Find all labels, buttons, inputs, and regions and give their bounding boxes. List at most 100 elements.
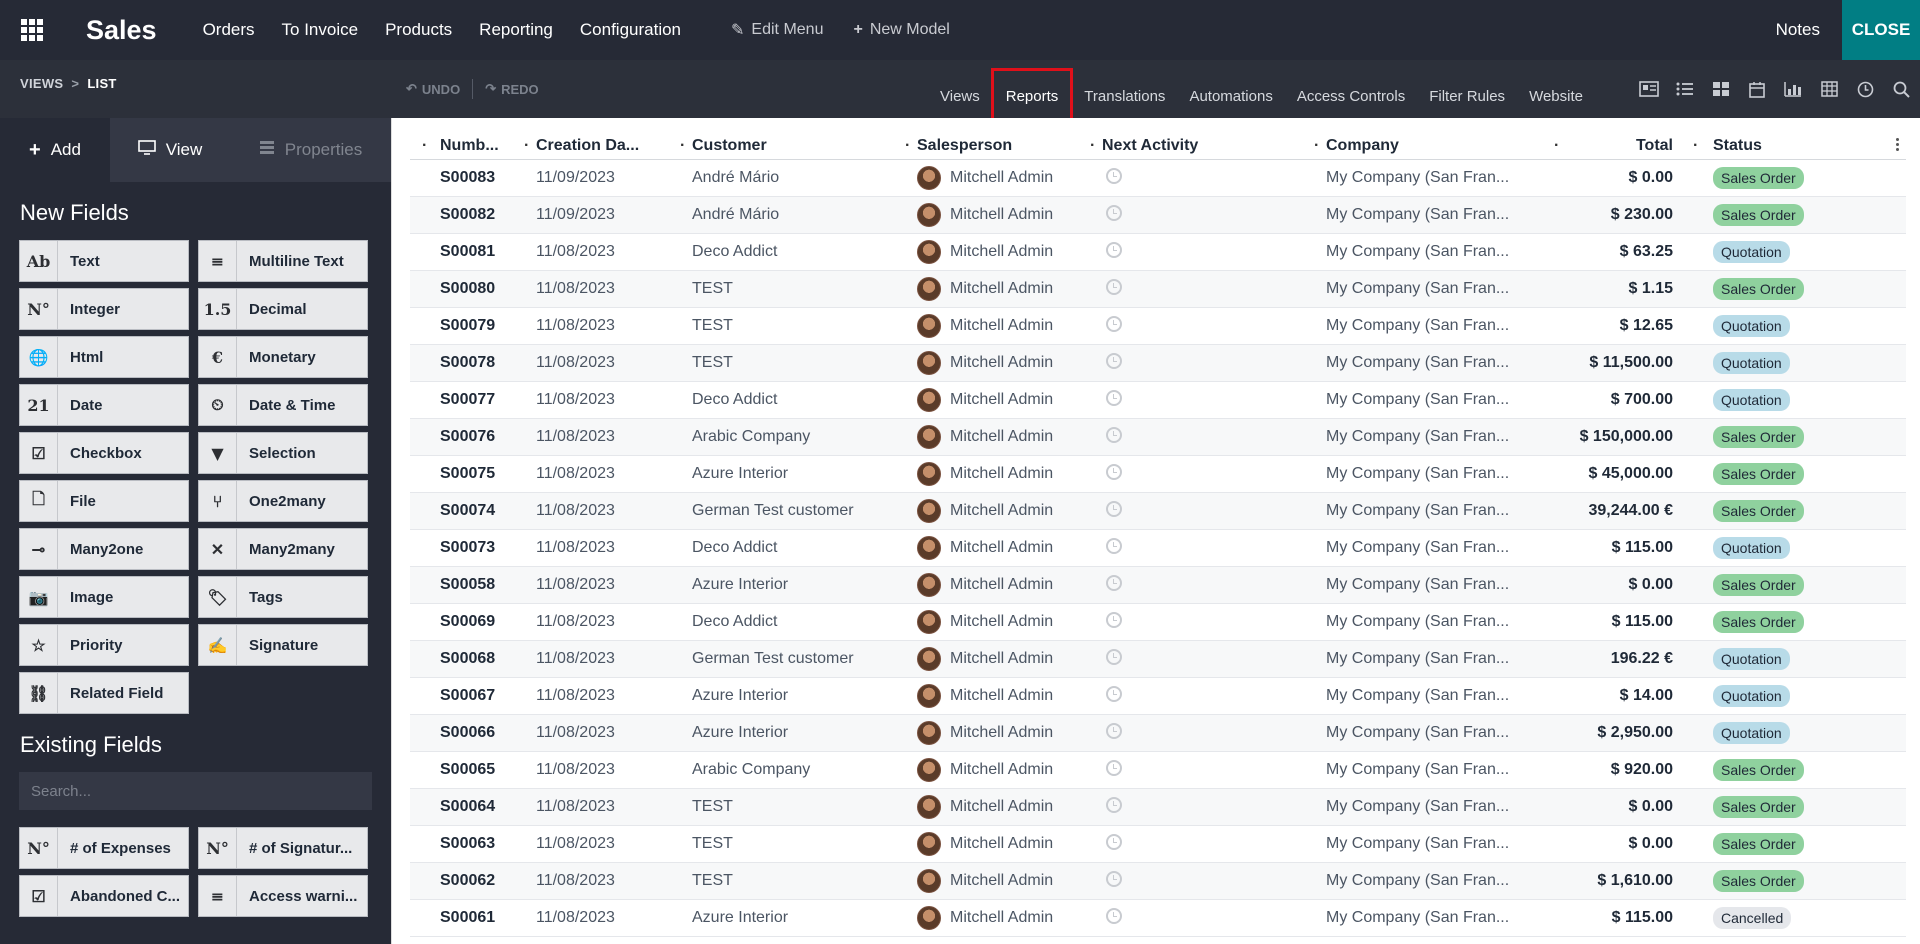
activity-clock-icon[interactable] — [1106, 870, 1122, 887]
menu-products[interactable]: Products — [385, 20, 452, 40]
column-header-status[interactable]: Status — [1673, 137, 1823, 155]
field-checkbox-button[interactable]: ☑ Checkbox — [19, 432, 189, 474]
field-selection-button[interactable]: ▼ Selection — [198, 432, 368, 474]
column-header-company[interactable]: Company — [1314, 137, 1536, 155]
undo-button[interactable]: ↶ UNDO — [406, 81, 460, 97]
activity-clock-icon[interactable] — [1106, 204, 1122, 221]
field-text-button[interactable]: Ab Text — [19, 240, 189, 282]
activity-clock-icon[interactable] — [1106, 907, 1122, 924]
activity-clock-icon[interactable] — [1106, 426, 1122, 443]
activity-clock-icon[interactable] — [1106, 500, 1122, 517]
activity-clock-icon[interactable] — [1106, 833, 1122, 850]
activity-clock-icon[interactable] — [1106, 241, 1122, 258]
menu-orders[interactable]: Orders — [203, 20, 255, 40]
table-row[interactable]: S00066 11/08/2023 Azure Interior Mitchell A… — [410, 715, 1906, 752]
field-image-button[interactable]: 📷 Image — [19, 576, 189, 618]
tab-website[interactable]: Website — [1517, 78, 1595, 114]
table-row[interactable]: S00067 11/08/2023 Azure Interior Mitchell A… — [410, 678, 1906, 715]
column-header-salesperson[interactable]: Salesperson — [905, 137, 1092, 155]
field-integer-button[interactable]: N° Integer — [19, 288, 189, 330]
activity-clock-icon[interactable] — [1106, 648, 1122, 665]
tab-add[interactable]: + Add — [0, 118, 110, 182]
tab-reports[interactable]: Reports — [990, 68, 1074, 124]
tab-properties[interactable]: Properties — [230, 118, 391, 182]
field-many2one-button[interactable]: ⊸ Many2one — [19, 528, 189, 570]
table-row[interactable]: S00061 11/08/2023 Azure Interior Mitchell A… — [410, 900, 1906, 937]
field-many2many-button[interactable]: ✕ Many2many — [198, 528, 368, 570]
table-row[interactable]: S00083 11/09/2023 André Mário Mitchell Admi… — [410, 160, 1906, 197]
column-header-next-activity[interactable]: Next Activity — [1090, 137, 1316, 155]
activity-clock-icon[interactable] — [1106, 796, 1122, 813]
column-header-number[interactable]: Numb... — [410, 137, 526, 155]
activity-clock-icon[interactable] — [1106, 611, 1122, 628]
table-row[interactable]: S00075 11/08/2023 Azure Interior Mitchell A… — [410, 456, 1906, 493]
search-view-icon[interactable] — [1888, 76, 1914, 102]
graph-view-icon[interactable] — [1780, 76, 1806, 102]
tab-automations[interactable]: Automations — [1177, 78, 1284, 114]
list-view-icon[interactable] — [1672, 76, 1698, 102]
table-row[interactable]: S00065 11/08/2023 Arabic Company Mitchell A… — [410, 752, 1906, 789]
table-row[interactable]: S00064 11/08/2023 TEST Mitchell Admin My Com… — [410, 789, 1906, 826]
table-row[interactable]: S00069 11/08/2023 Deco Addict Mitchell Admi… — [410, 604, 1906, 641]
tab-views[interactable]: Views — [928, 78, 992, 114]
table-row[interactable]: S00076 11/08/2023 Arabic Company Mitchell A… — [410, 419, 1906, 456]
table-row[interactable]: S00058 11/08/2023 Azure Interior Mitchell A… — [410, 567, 1906, 604]
apps-menu-icon[interactable] — [0, 0, 64, 60]
table-row[interactable]: S00068 11/08/2023 German Test customer Mitc… — [410, 641, 1906, 678]
activity-clock-icon[interactable] — [1106, 574, 1122, 591]
kanban-view-icon[interactable] — [1708, 76, 1734, 102]
field-abandoned-c-button[interactable]: ☑ Abandoned C... — [19, 875, 189, 917]
existing-fields-search-input[interactable]: Search... — [19, 772, 372, 810]
menu-reporting[interactable]: Reporting — [479, 20, 553, 40]
field-access-warni-button[interactable]: ≡ Access warni... — [198, 875, 368, 917]
field-of-expenses-button[interactable]: N° # of Expenses — [19, 827, 189, 869]
activity-clock-icon[interactable] — [1106, 759, 1122, 776]
field-multiline-text-button[interactable]: ≡ Multiline Text — [198, 240, 368, 282]
calendar-view-icon[interactable] — [1744, 76, 1770, 102]
activity-clock-icon[interactable] — [1106, 278, 1122, 295]
table-row[interactable]: S00077 11/08/2023 Deco Addict Mitchell Admi… — [410, 382, 1906, 419]
tab-filter-rules[interactable]: Filter Rules — [1417, 78, 1517, 114]
field-date-time-button[interactable]: ⏲ Date & Time — [198, 384, 368, 426]
notes-button[interactable]: Notes — [1776, 0, 1820, 60]
activity-clock-icon[interactable] — [1106, 315, 1122, 332]
table-row[interactable]: S00082 11/09/2023 André Mário Mitchell Admi… — [410, 197, 1906, 234]
field-monetary-button[interactable]: € Monetary — [198, 336, 368, 378]
form-view-icon[interactable] — [1636, 76, 1662, 102]
activity-clock-icon[interactable] — [1106, 463, 1122, 480]
table-row[interactable]: S00073 11/08/2023 Deco Addict Mitchell Admi… — [410, 530, 1906, 567]
activity-clock-icon[interactable] — [1106, 685, 1122, 702]
field-signature-button[interactable]: ✍ Signature — [198, 624, 368, 666]
optional-columns-kebab-icon[interactable] — [1896, 138, 1900, 151]
field-decimal-button[interactable]: 1.5 Decimal — [198, 288, 368, 330]
activity-clock-icon[interactable] — [1106, 352, 1122, 369]
field-date-button[interactable]: 21 Date — [19, 384, 189, 426]
column-header-customer[interactable]: Customer — [680, 137, 907, 155]
field-of-signatur-button[interactable]: N° # of Signatur... — [198, 827, 368, 869]
new-model-button[interactable]: + New Model — [853, 21, 949, 39]
tab-access-controls[interactable]: Access Controls — [1285, 78, 1417, 114]
menu-configuration[interactable]: Configuration — [580, 20, 681, 40]
column-header-total[interactable]: Total — [1536, 137, 1673, 155]
activity-clock-icon[interactable] — [1106, 722, 1122, 739]
column-header-creation-date[interactable]: Creation Da... — [524, 137, 682, 155]
field-related-field-button[interactable]: ⛓ Related Field — [19, 672, 189, 714]
menu-to-invoice[interactable]: To Invoice — [282, 20, 359, 40]
app-title[interactable]: Sales — [86, 15, 157, 46]
field-priority-button[interactable]: ☆ Priority — [19, 624, 189, 666]
activity-clock-icon[interactable] — [1106, 389, 1122, 406]
breadcrumb-views[interactable]: VIEWS — [20, 76, 63, 91]
tab-translations[interactable]: Translations — [1072, 78, 1177, 114]
table-row[interactable]: S00080 11/08/2023 TEST Mitchell Admin My Com… — [410, 271, 1906, 308]
edit-menu-button[interactable]: ✎ Edit Menu — [731, 20, 823, 40]
activity-view-icon[interactable] — [1852, 76, 1878, 102]
redo-button[interactable]: ↷ REDO — [485, 81, 538, 97]
activity-clock-icon[interactable] — [1106, 167, 1122, 184]
tab-view[interactable]: View — [110, 118, 230, 182]
table-row[interactable]: S00079 11/08/2023 TEST Mitchell Admin My Com… — [410, 308, 1906, 345]
table-row[interactable]: S00081 11/08/2023 Deco Addict Mitchell Admi… — [410, 234, 1906, 271]
close-studio-button[interactable]: CLOSE — [1842, 0, 1920, 60]
field-tags-button[interactable]: 🏷 Tags — [198, 576, 368, 618]
activity-clock-icon[interactable] — [1106, 537, 1122, 554]
field-file-button[interactable]: 🗋 File — [19, 480, 189, 522]
